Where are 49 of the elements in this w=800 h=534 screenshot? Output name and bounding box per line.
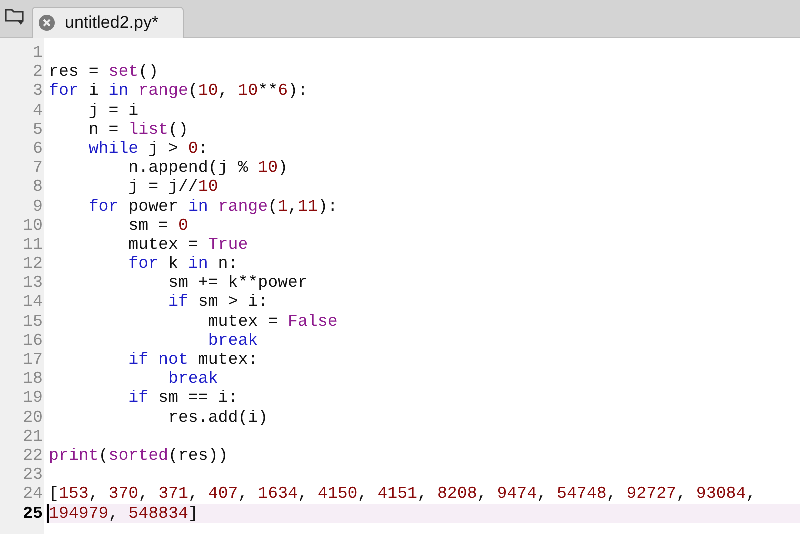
line-number: 23 — [22, 465, 44, 484]
line-number: 1 — [32, 43, 44, 62]
code-line: sm = 0 — [128, 216, 188, 235]
line-number: 19 — [22, 388, 44, 408]
line-number: 13 — [22, 273, 44, 292]
code-line: j = j//10 — [128, 177, 218, 196]
line-number: 24 — [22, 484, 44, 504]
line-number: 9 — [32, 196, 44, 216]
file-tab[interactable]: untitled2.py* — [32, 7, 184, 38]
line-number: 7 — [32, 158, 44, 178]
line-number: 11 — [22, 234, 44, 254]
line-number: 25 — [22, 504, 44, 523]
line-number: 12 — [22, 254, 44, 274]
code-line: while j > 0: — [88, 138, 208, 158]
code-line: break — [207, 330, 258, 350]
code-line: mutex = True — [128, 234, 248, 254]
line-number: 22 — [22, 446, 44, 466]
code-line: for power in range(1,11): — [88, 196, 338, 216]
code-line: j = i — [88, 100, 139, 120]
code-line: sm += k**power — [167, 273, 308, 292]
line-number: 2 — [32, 62, 44, 82]
code-line: if not mutex: — [128, 350, 258, 370]
code-line: n.append(j % 10) — [128, 158, 288, 178]
line-number: 16 — [22, 330, 44, 350]
code-line: break — [167, 369, 218, 388]
code-line: 194979, 548834] — [47, 504, 198, 523]
code-line: res = set() — [49, 62, 159, 82]
line-number: 20 — [22, 408, 44, 427]
line-number: 17 — [22, 350, 44, 370]
code-line: print(sorted(res)) — [49, 446, 228, 466]
code-line: mutex = False — [207, 312, 338, 331]
line-number: 10 — [22, 216, 44, 235]
line-number: 14 — [22, 292, 44, 312]
code-line: n = list() — [88, 120, 188, 139]
line-number: 18 — [22, 369, 44, 388]
code-line: for k in n: — [128, 254, 238, 274]
line-number: 4 — [32, 100, 44, 120]
line-number: 6 — [32, 138, 44, 158]
line-number: 21 — [22, 426, 44, 446]
line-number: 15 — [22, 312, 44, 331]
close-icon[interactable] — [39, 15, 55, 31]
code-line: if sm == i: — [128, 388, 238, 408]
line-number: 8 — [32, 177, 44, 196]
code-line: for i in range(10, 10**6): — [49, 81, 308, 101]
code-line: [153, 370, 371, 407, 1634, 4150, 4151, 8208, 9474, 54748, 92727, 93084, — [49, 484, 756, 504]
line-number: 3 — [32, 81, 44, 101]
code-line: res.add(i) — [167, 408, 268, 427]
code-line: if sm > i: — [167, 292, 268, 312]
line-number: 5 — [32, 120, 44, 139]
